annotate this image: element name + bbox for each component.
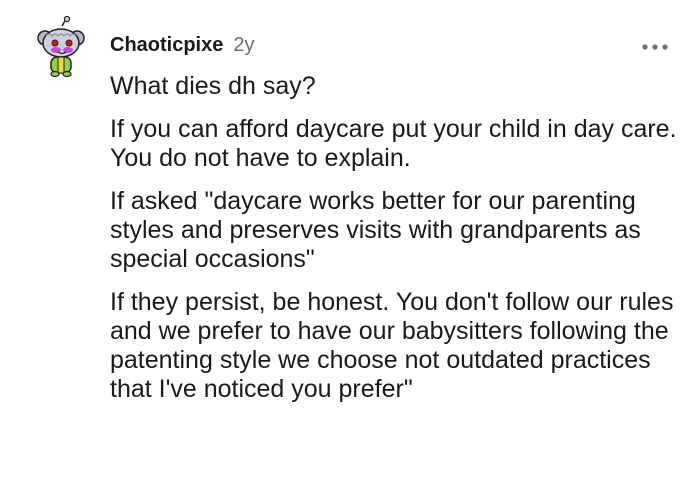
snoo-avatar-icon[interactable] — [36, 16, 86, 78]
comment-paragraph: If they persist, be honest. You don't fo… — [110, 288, 674, 403]
comment-paragraph: If asked "daycare works better for our p… — [110, 187, 641, 273]
comment-age: 2y — [233, 34, 255, 56]
comment-header: Chaoticpixe 2y — [110, 34, 254, 62]
comment: Chaoticpixe 2y What dies dh say? If you … — [0, 0, 700, 500]
comment-paragraph: What dies dh say? — [110, 72, 316, 100]
more-options-icon[interactable] — [640, 38, 670, 56]
comment-body: What dies dh say? If you can afford dayc… — [110, 72, 680, 418]
comment-paragraph: If you can afford daycare put your child… — [110, 115, 677, 172]
username-link[interactable]: Chaoticpixe — [110, 34, 223, 57]
